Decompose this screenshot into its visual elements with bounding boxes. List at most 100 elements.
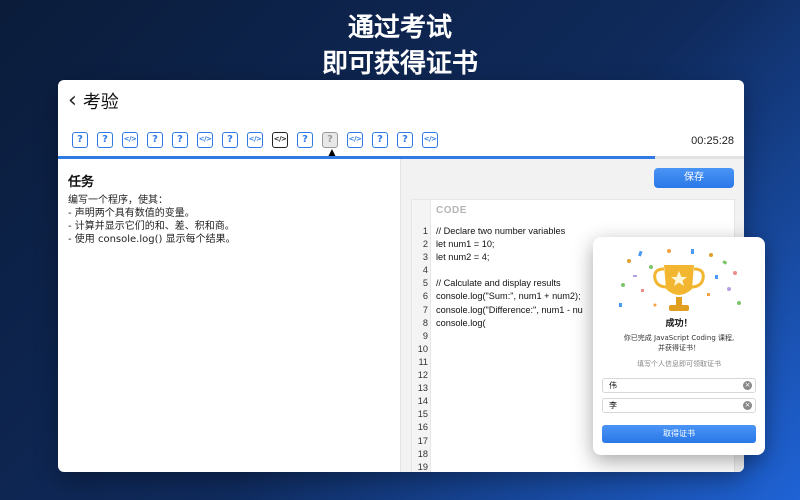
question-navigator: ?? </>?? </>? </> </>?? </>?? </> — [72, 132, 438, 148]
code-line: 4 — [412, 264, 583, 277]
code-line: 14 — [412, 395, 583, 408]
task-line: 编写一个程序，使其： — [68, 195, 168, 206]
code-line: 18 — [412, 448, 583, 461]
code-text: let num2 = 4; — [436, 252, 490, 263]
line-number: 9 — [422, 330, 428, 341]
code-line: 15 — [412, 408, 583, 421]
line-number: 15 — [417, 409, 428, 420]
task-pane: 任务 编写一个程序，使其： - 声明两个具有数值的变量。 - 计算并显示它们的和… — [58, 159, 400, 472]
modal-message-line: 你已完成 JavaScript Coding 课程, — [623, 334, 735, 342]
line-number: 18 — [417, 448, 428, 459]
code-question-icon[interactable]: </> — [122, 132, 138, 148]
line-number: 7 — [422, 304, 428, 315]
last-name-value: 李 — [609, 401, 617, 410]
code-line: 19 — [412, 461, 583, 472]
question-icon[interactable]: ? — [297, 132, 313, 148]
line-number: 14 — [417, 396, 428, 407]
trophy-cup — [653, 265, 705, 311]
code-lines: 1 // Declare two number variables 2 let num… — [412, 225, 583, 472]
modal-message-line: 并获得证书！ — [658, 344, 700, 352]
code-question-icon[interactable]: </> — [422, 132, 438, 148]
task-line: - 声明两个具有数值的变量。 — [68, 208, 195, 219]
question-icon[interactable]: ? — [397, 132, 413, 148]
question-icon[interactable]: ? — [372, 132, 388, 148]
hero-heading: 通过考试 即可获得证书 — [0, 10, 800, 82]
window-header: ‹ 考验 — [58, 80, 744, 122]
line-number: 8 — [422, 317, 428, 328]
code-line: 6 console.log("Sum:", num1 + num2); — [412, 290, 583, 303]
code-question-icon[interactable]: </> — [347, 132, 363, 148]
line-number: 12 — [417, 370, 428, 381]
hero-line-1: 通过考试 — [347, 13, 452, 43]
code-label: CODE — [436, 205, 467, 216]
question-icon[interactable]: ? — [147, 132, 163, 148]
code-text: console.log( — [436, 317, 486, 328]
code-line: 13 — [412, 382, 583, 395]
question-icon[interactable]: ? — [97, 132, 113, 148]
modal-hint: 填写个人信息即可领取证书 — [637, 360, 721, 368]
line-number: 5 — [422, 278, 428, 289]
question-icon[interactable]: ? — [172, 132, 188, 148]
task-line: - 使用 console.log() 显示每个结果。 — [68, 234, 236, 245]
success-modal: 成功！ 你已完成 JavaScript Coding 课程, 并获得证书！ 填写… — [593, 237, 765, 455]
save-button[interactable]: 保存 — [654, 168, 734, 188]
code-line: 9 — [412, 330, 583, 343]
first-name-value: 伟 — [609, 381, 617, 390]
code-text: // Calculate and display results — [436, 278, 561, 289]
line-number: 4 — [422, 265, 428, 276]
code-line: 10 — [412, 343, 583, 356]
line-number: 11 — [418, 356, 428, 367]
code-question-icon[interactable]: </> — [197, 132, 213, 148]
task-title: 任务 — [68, 175, 95, 190]
last-name-field[interactable]: 李 × — [602, 398, 756, 413]
timer: 00:25:28 — [691, 135, 734, 147]
clear-icon[interactable]: × — [743, 401, 752, 410]
code-line: 17 — [412, 435, 583, 448]
clear-icon[interactable]: × — [743, 381, 752, 390]
code-question-icon[interactable]: </> — [247, 132, 263, 148]
modal-title: 成功！ — [665, 319, 693, 329]
get-certificate-button[interactable]: 取得证书 — [602, 425, 756, 443]
code-line: 11 — [412, 356, 583, 369]
page-title: 考验 — [82, 92, 119, 113]
line-number: 16 — [417, 422, 428, 433]
code-line: 12 — [412, 369, 583, 382]
code-line: 7 console.log("Difference:", num1 - nu — [412, 304, 583, 317]
task-line: - 计算并显示它们的和、差、积和商。 — [68, 221, 235, 232]
line-number: 17 — [417, 435, 428, 446]
code-line: 3 let num2 = 4; — [412, 251, 583, 264]
question-icon[interactable]: ? — [72, 132, 88, 148]
code-text: console.log("Sum:", num1 + num2); — [436, 291, 581, 302]
modal-message: 你已完成 JavaScript Coding 课程, 并获得证书！ — [593, 333, 765, 353]
line-number: 3 — [422, 252, 428, 263]
question-icon[interactable]: ? — [222, 132, 238, 148]
first-name-field[interactable]: 伟 × — [602, 378, 756, 393]
code-question-icon[interactable]: </> — [272, 132, 288, 148]
line-number: 13 — [417, 383, 428, 394]
hero-line-2: 即可获得证书 — [321, 49, 478, 79]
code-text: console.log("Difference:", num1 - nu — [436, 304, 583, 315]
code-text: // Declare two number variables — [436, 226, 566, 236]
code-line: 16 — [412, 421, 583, 434]
line-number: 6 — [422, 291, 428, 302]
trophy-icon — [619, 249, 741, 311]
code-line: 2 let num1 = 10; — [412, 238, 583, 251]
code-line: 1 // Declare two number variables — [412, 225, 583, 238]
code-text: let num1 = 10; — [436, 239, 495, 250]
chevron-left-icon[interactable]: ‹ — [68, 90, 77, 112]
line-number: 2 — [422, 239, 428, 250]
line-number: 19 — [417, 461, 428, 472]
line-number: 1 — [422, 226, 428, 236]
line-number: 10 — [417, 343, 428, 354]
